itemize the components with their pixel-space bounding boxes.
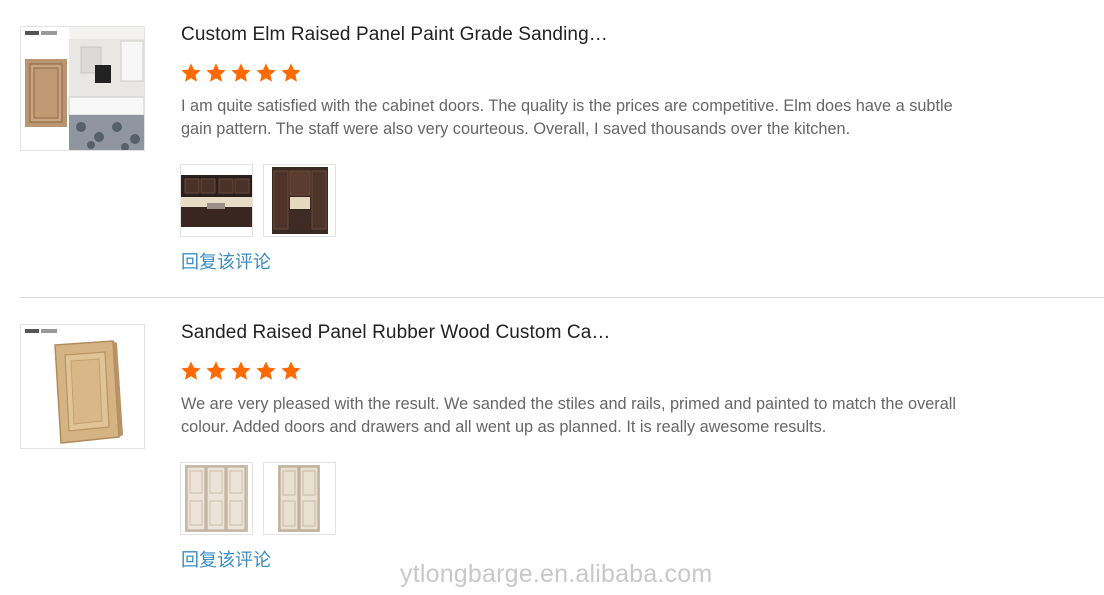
reply-link[interactable]: 回复该评论 [181,546,271,572]
star-icon [206,361,226,380]
product-thumbnail[interactable] [20,26,145,151]
review-photo[interactable] [263,164,336,237]
star-icon [256,361,276,380]
star-rating [180,360,302,382]
review-photo[interactable] [180,164,253,237]
review-photo-dark-kitchen [181,165,252,236]
review-photo-white-wardrobe [181,463,252,534]
review-photo-tall-cabinet [264,463,335,534]
product-title-link[interactable]: Sanded Raised Panel Rubber Wood Custom C… [181,322,610,344]
product-thumbnail[interactable] [20,324,145,449]
reply-link[interactable]: 回复该评论 [181,248,271,274]
review-text: I am quite satisfied with the cabinet do… [181,95,1011,141]
product-image-elm-door-kitchen [21,27,144,150]
star-icon [256,63,276,82]
review-photo[interactable] [180,462,253,535]
review-photo-dark-cabinets [264,165,335,236]
review-photo[interactable] [263,462,336,535]
star-icon [231,63,251,82]
star-rating [180,62,302,84]
star-icon [181,63,201,82]
product-title-link[interactable]: Custom Elm Raised Panel Paint Grade Sand… [181,24,608,46]
star-icon [181,361,201,380]
review-text-line: colour. Added doors and drawers and all … [181,418,827,436]
review-text-line: We are very pleased with the result. We … [181,395,956,413]
review-text-line: gain pattern. The staff were also very c… [181,120,851,138]
review-text: We are very pleased with the result. We … [181,393,1011,439]
divider [20,297,1104,298]
star-icon [281,361,301,380]
watermark: ytlongbarge.en.alibaba.com [400,560,713,588]
review-text-line: I am quite satisfied with the cabinet do… [181,97,953,115]
star-icon [231,361,251,380]
star-icon [281,63,301,82]
product-image-rubber-wood-door [21,325,144,448]
star-icon [206,63,226,82]
